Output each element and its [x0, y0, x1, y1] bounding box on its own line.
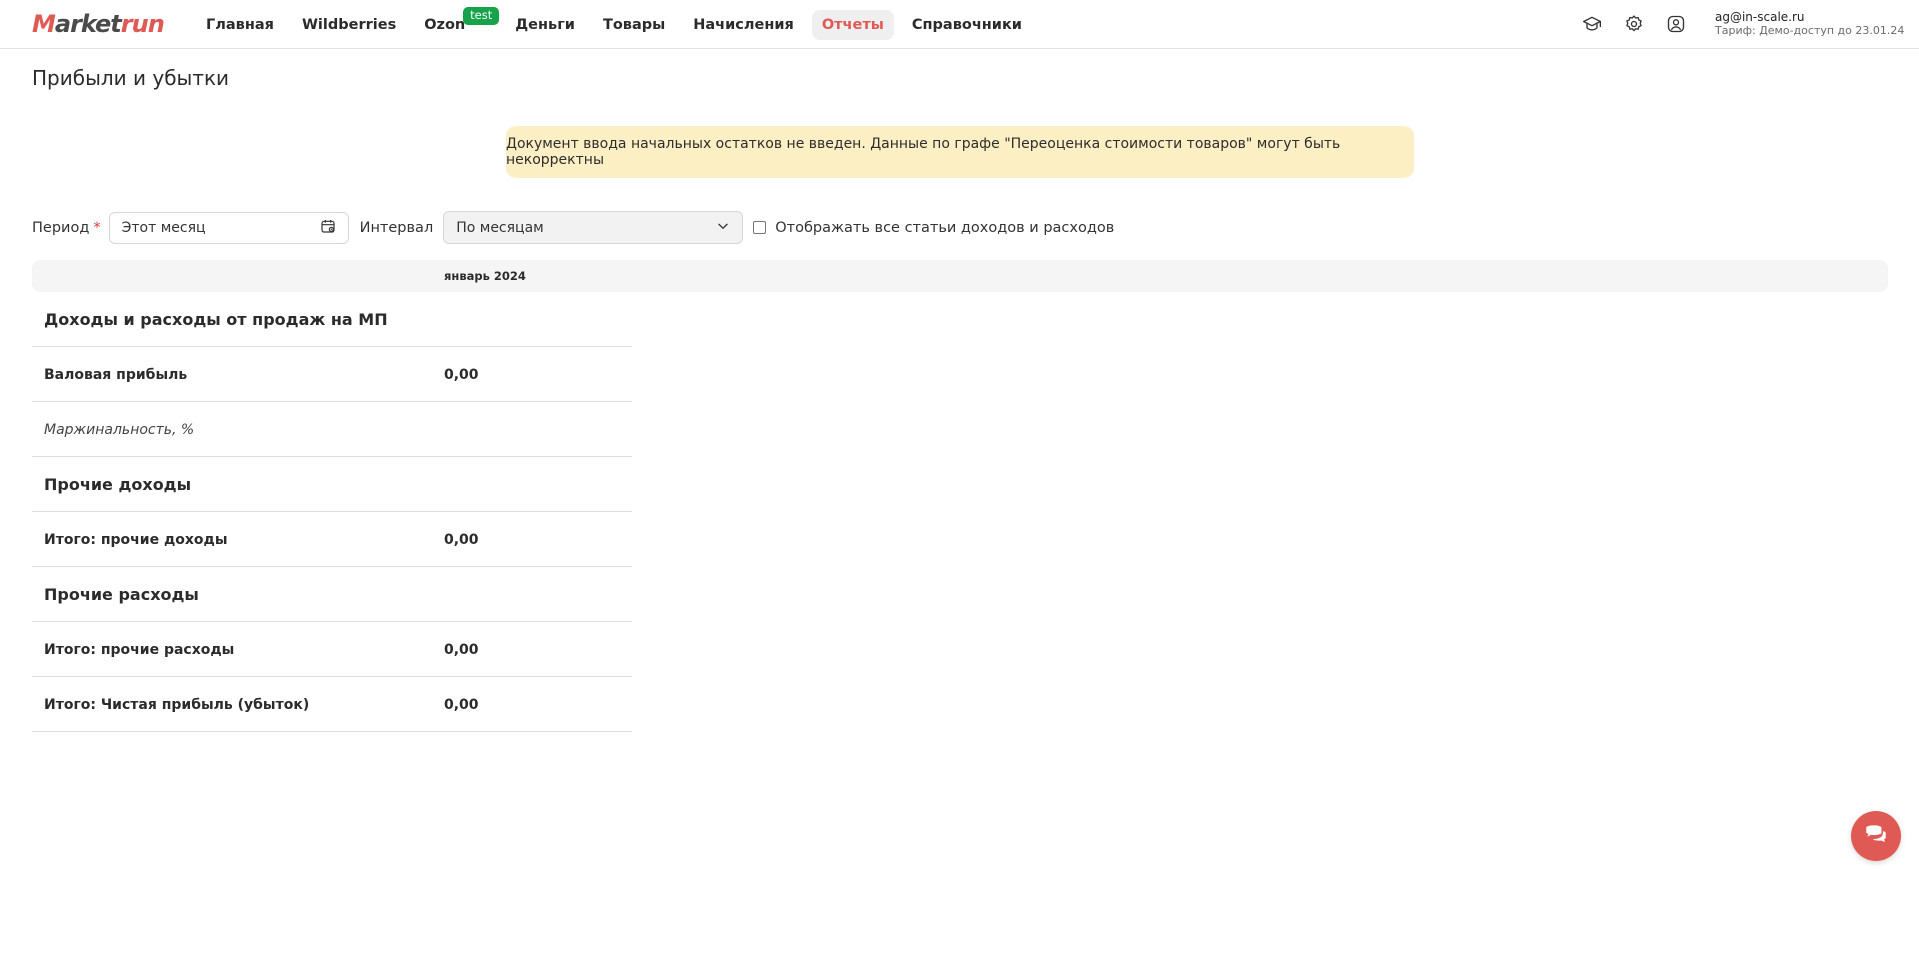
period-input[interactable]: Этот месяц — [108, 211, 349, 244]
row-name: Итого: прочие доходы — [44, 531, 228, 548]
period-value: Этот месяц — [121, 219, 206, 236]
filters-bar: Период * Этот месяц Интервал По месяцам О… — [32, 211, 1114, 244]
graduation-cap-icon[interactable] — [1580, 12, 1604, 36]
nav-label: Отчеты — [821, 16, 884, 33]
row-value: 0,00 — [444, 641, 479, 658]
nav-label: Деньги — [515, 16, 575, 33]
alert-text: Документ ввода начальных остатков не вве… — [506, 136, 1341, 168]
table-row: Прочие доходы — [32, 457, 632, 512]
test-badge: test — [463, 6, 500, 25]
show-all-checkbox[interactable] — [753, 221, 767, 234]
row-name: Маржинальность, % — [44, 421, 195, 438]
nav-label: Ozon — [424, 16, 466, 33]
interval-label: Интервал — [359, 219, 434, 236]
table-row: Итого: прочие доходы 0,00 — [32, 512, 632, 567]
user-email: ag@in-scale.ru — [1715, 10, 1805, 24]
pl-table-body: Доходы и расходы от продаж на МП Валовая… — [32, 292, 632, 732]
row-name: Прочие доходы — [44, 475, 192, 494]
show-all-label: Отображать все статьи доходов и расходов — [775, 219, 1115, 236]
logo[interactable]: Marketrun — [32, 10, 165, 38]
table-row: Прочие расходы — [32, 567, 632, 622]
logo-mid: arket — [54, 10, 122, 38]
table-row: Доходы и расходы от продаж на МП — [32, 292, 632, 347]
row-value: 0,00 — [444, 531, 479, 548]
required-mark: * — [93, 219, 101, 236]
period-label: Период * — [32, 220, 101, 236]
row-name: Прочие расходы — [44, 585, 199, 604]
table-row: Маржинальность, % — [32, 402, 632, 457]
warning-alert: Документ ввода начальных остатков не вве… — [506, 126, 1414, 178]
user-info[interactable]: ag@in-scale.ru Тариф: Демо-доступ до 23.… — [1715, 10, 1904, 37]
table-header: январь 2024 — [32, 260, 1888, 292]
nav-label: Справочники — [911, 16, 1022, 33]
nav-label: Главная — [206, 16, 274, 33]
nav-item-accruals[interactable]: Начисления — [683, 10, 804, 40]
nav-label: Wildberries — [301, 16, 397, 33]
row-name: Итого: прочие расходы — [44, 641, 235, 658]
user-tariff: Тариф: Демо-доступ до 23.01.24 — [1715, 24, 1905, 37]
chat-button[interactable] — [1851, 811, 1901, 861]
nav-label: Товары — [602, 16, 666, 33]
table-row: Итого: Чистая прибыль (убыток) 0,00 — [32, 677, 632, 732]
calendar-icon[interactable] — [320, 218, 336, 238]
row-name: Доходы и расходы от продаж на МП — [44, 310, 388, 329]
logo-end: run — [120, 10, 165, 38]
header-icons — [1580, 12, 1688, 36]
top-bar: Marketrun Главная Wildberries Ozon test Д… — [0, 0, 1919, 49]
table-row: Итого: прочие расходы 0,00 — [32, 622, 632, 677]
nav-item-directories[interactable]: Справочники — [902, 10, 1032, 40]
column-header-month: январь 2024 — [444, 269, 526, 283]
interval-select[interactable]: По месяцам — [443, 211, 744, 244]
nav-item-home[interactable]: Главная — [196, 10, 284, 40]
row-value: 0,00 — [444, 366, 479, 383]
nav-item-ozon[interactable]: Ozon test — [414, 6, 500, 40]
table-row: Валовая прибыль 0,00 — [32, 347, 632, 402]
user-circle-icon[interactable] — [1664, 12, 1688, 36]
nav-item-wildberries[interactable]: Wildberries — [292, 10, 406, 40]
nav-item-money[interactable]: Деньги — [505, 10, 585, 40]
main-nav: Главная Wildberries Ozon test Деньги Това… — [196, 6, 1040, 41]
chevron-down-icon — [716, 219, 730, 237]
nav-label: Начисления — [693, 16, 794, 33]
interval-value: По месяцам — [456, 219, 544, 236]
nav-item-reports[interactable]: Отчеты — [811, 9, 894, 40]
row-name: Итого: Чистая прибыль (убыток) — [44, 696, 310, 713]
row-value: 0,00 — [444, 696, 479, 713]
gear-icon[interactable] — [1622, 12, 1646, 36]
chat-bubbles-icon — [1863, 821, 1889, 851]
show-all-toggle[interactable]: Отображать все статьи доходов и расходов — [753, 220, 1114, 236]
page-title: Прибыли и убытки — [32, 66, 230, 90]
logo-letter: M — [32, 10, 56, 38]
period-label-text: Период — [32, 219, 90, 236]
row-name: Валовая прибыль — [44, 366, 188, 383]
nav-item-goods[interactable]: Товары — [593, 10, 675, 40]
